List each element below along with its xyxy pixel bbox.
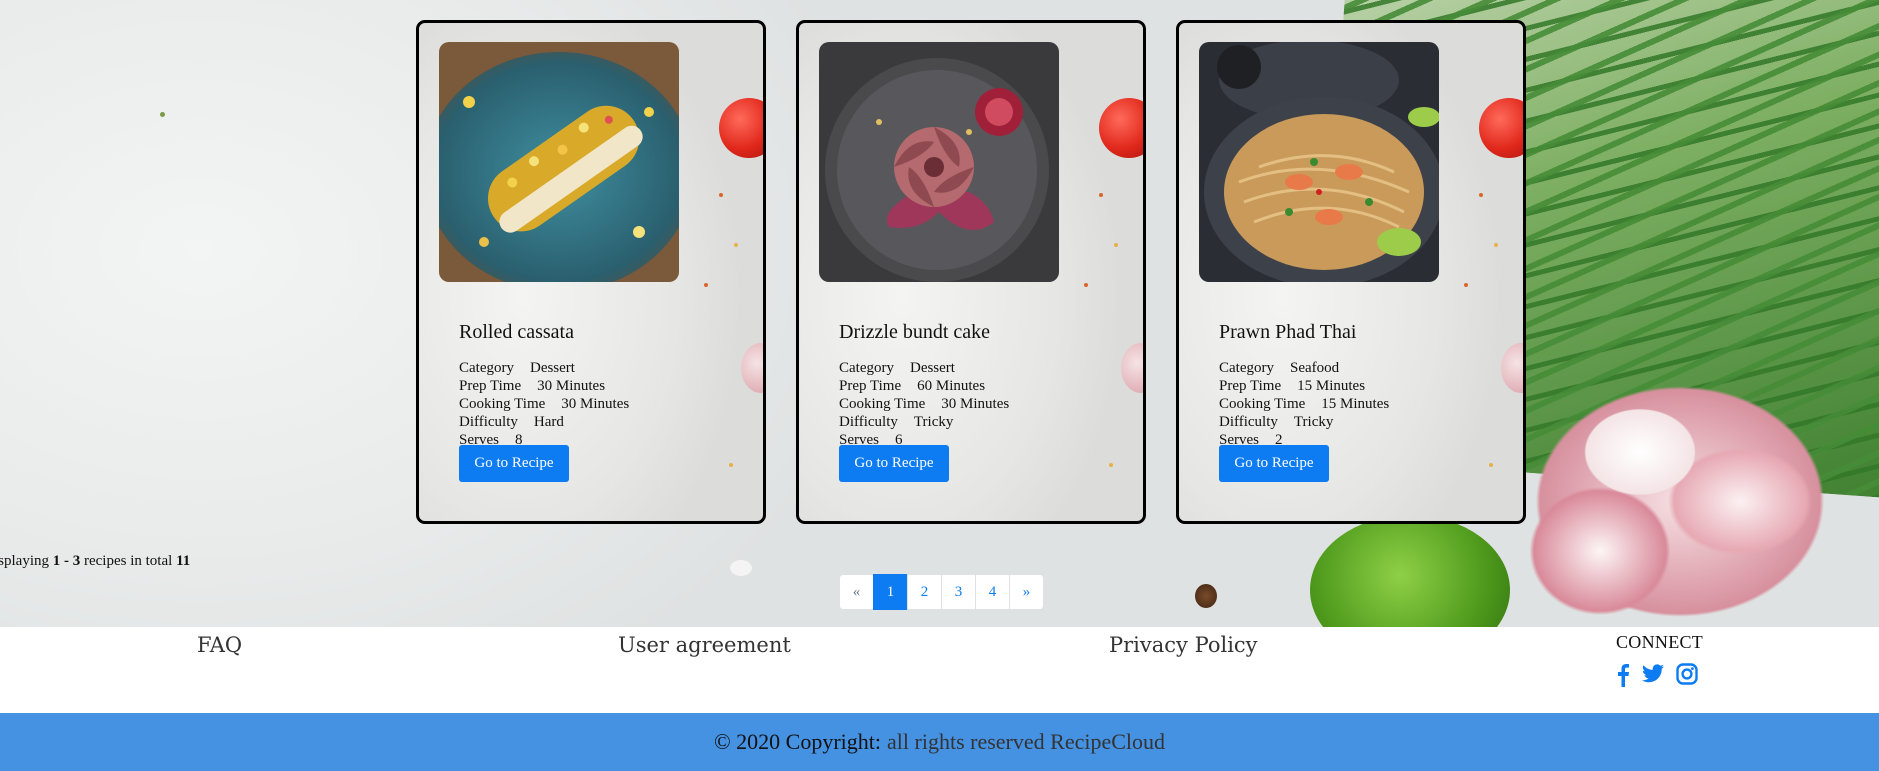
recipe-card: Prawn Phad Thai Category Seafood Prep Ti… xyxy=(1176,20,1526,524)
spice-fleck xyxy=(1494,243,1498,247)
detail-label: Difficulty xyxy=(459,414,518,430)
detail-value: Dessert xyxy=(909,360,955,376)
go-to-recipe-button[interactable]: Go to Recipe xyxy=(459,445,569,482)
go-to-recipe-button[interactable]: Go to Recipe xyxy=(1219,445,1329,482)
tomato-decoration xyxy=(1099,98,1143,158)
go-to-recipe-button[interactable]: Go to Recipe xyxy=(839,445,949,482)
detail-value: 30 Minutes xyxy=(537,378,606,394)
detail-label: Prep Time xyxy=(1219,378,1282,394)
recipe-title: Prawn Phad Thai xyxy=(1219,321,1357,343)
instagram-icon[interactable] xyxy=(1676,663,1698,687)
detail-row-prep-time: Prep Time 30 Minutes xyxy=(459,377,629,395)
spice-fleck xyxy=(704,283,708,287)
detail-row-prep-time: Prep Time 60 Minutes xyxy=(839,377,1009,395)
copyright-bar: © 2020 Copyright: all rights reserved Re… xyxy=(0,713,1879,771)
pagination-prev[interactable]: « xyxy=(839,574,874,610)
recipe-card: Drizzle bundt cake Category Dessert Prep… xyxy=(796,20,1146,524)
recipe-title: Drizzle bundt cake xyxy=(839,321,991,343)
recipe-card: Rolled cassata Category Dessert Prep Tim… xyxy=(416,20,766,524)
spice-fleck xyxy=(734,243,738,247)
detail-value: Tricky xyxy=(1293,414,1334,430)
garlic-decoration xyxy=(1121,343,1143,393)
twitter-icon[interactable] xyxy=(1641,663,1665,687)
spice-fleck xyxy=(1099,193,1103,197)
recipe-details: Category Dessert Prep Time 30 Minutes Co… xyxy=(459,359,629,449)
recipe-details: Category Dessert Prep Time 60 Minutes Co… xyxy=(839,359,1009,449)
detail-row-category: Category Seafood xyxy=(1219,359,1389,377)
tomato-decoration xyxy=(719,98,763,158)
detail-label: Category xyxy=(839,360,894,376)
detail-row-cooking-time: Cooking Time 15 Minutes xyxy=(1219,395,1389,413)
user-agreement-link[interactable]: User agreement xyxy=(618,633,791,657)
spice-fleck xyxy=(1464,283,1468,287)
detail-label: Cooking Time xyxy=(1219,396,1306,412)
footer-links: FAQ User agreement Privacy Policy CONNEC… xyxy=(0,627,1879,713)
pagination-next[interactable]: » xyxy=(1009,574,1044,610)
spice-fleck xyxy=(1114,243,1118,247)
summary-middle: recipes in total xyxy=(84,553,173,569)
copyright-lead: © 2020 Copyright: xyxy=(713,729,882,754)
detail-row-cooking-time: Cooking Time 30 Minutes xyxy=(839,395,1009,413)
recipe-title: Rolled cassata xyxy=(459,321,574,343)
peppercorn-decoration xyxy=(1195,584,1217,608)
spice-fleck xyxy=(1109,463,1113,467)
detail-label: Difficulty xyxy=(1219,414,1278,430)
detail-label: Prep Time xyxy=(839,378,902,394)
pagination-page-4[interactable]: 4 xyxy=(975,574,1010,610)
detail-value: Seafood xyxy=(1289,360,1340,376)
detail-label: Category xyxy=(1219,360,1274,376)
pagination-page-2[interactable]: 2 xyxy=(907,574,942,610)
detail-label: Difficulty xyxy=(839,414,898,430)
garlic-decoration xyxy=(741,343,763,393)
recipe-details: Category Seafood Prep Time 15 Minutes Co… xyxy=(1219,359,1389,449)
detail-label: Prep Time xyxy=(459,378,522,394)
pagination-page-1[interactable]: 1 xyxy=(873,574,908,610)
detail-value: Dessert xyxy=(529,360,575,376)
recipe-image[interactable] xyxy=(1199,42,1439,282)
detail-label: Category xyxy=(459,360,514,376)
detail-value: Tricky xyxy=(913,414,954,430)
detail-label: Cooking Time xyxy=(459,396,546,412)
detail-row-difficulty: Difficulty Hard xyxy=(459,413,629,431)
detail-row-category: Category Dessert xyxy=(459,359,629,377)
detail-row-category: Category Dessert xyxy=(839,359,1009,377)
faq-link[interactable]: FAQ xyxy=(197,633,242,657)
herb-fleck xyxy=(160,112,165,117)
spice-fleck xyxy=(1489,463,1493,467)
detail-value: 60 Minutes xyxy=(917,378,986,394)
facebook-icon[interactable] xyxy=(1616,663,1630,687)
detail-row-cooking-time: Cooking Time 30 Minutes xyxy=(459,395,629,413)
detail-value: 30 Minutes xyxy=(561,396,630,412)
garlic-decoration xyxy=(1480,320,1879,627)
social-links xyxy=(1616,663,1698,687)
detail-value: Hard xyxy=(533,414,564,430)
detail-label: Cooking Time xyxy=(839,396,926,412)
detail-row-difficulty: Difficulty Tricky xyxy=(839,413,1009,431)
detail-value: 15 Minutes xyxy=(1321,396,1390,412)
spice-fleck xyxy=(729,463,733,467)
lime-decoration xyxy=(1310,515,1510,627)
tomato-decoration xyxy=(1479,98,1523,158)
garlic-decoration xyxy=(1501,343,1523,393)
copyright-text: all rights reserved RecipeCloud xyxy=(887,729,1166,754)
privacy-policy-link[interactable]: Privacy Policy xyxy=(1109,633,1258,657)
spice-fleck xyxy=(1084,283,1088,287)
recipe-image[interactable] xyxy=(819,42,1059,282)
connect-heading: CONNECT xyxy=(1616,632,1704,652)
summary-prefix: isplaying xyxy=(0,553,49,569)
summary-range: 1 - 3 xyxy=(52,553,81,569)
detail-value: 30 Minutes xyxy=(941,396,1010,412)
summary-total: 11 xyxy=(176,553,191,569)
results-summary: isplaying 1 - 3 recipes in total 11 xyxy=(0,553,190,570)
detail-value: 15 Minutes xyxy=(1297,378,1366,394)
detail-row-prep-time: Prep Time 15 Minutes xyxy=(1219,377,1389,395)
recipe-image[interactable] xyxy=(439,42,679,282)
pagination: « 1 2 3 4 » xyxy=(839,574,1044,610)
detail-row-difficulty: Difficulty Tricky xyxy=(1219,413,1389,431)
pagination-page-3[interactable]: 3 xyxy=(941,574,976,610)
salt-decoration xyxy=(730,560,752,576)
spice-fleck xyxy=(719,193,723,197)
spice-fleck xyxy=(1479,193,1483,197)
